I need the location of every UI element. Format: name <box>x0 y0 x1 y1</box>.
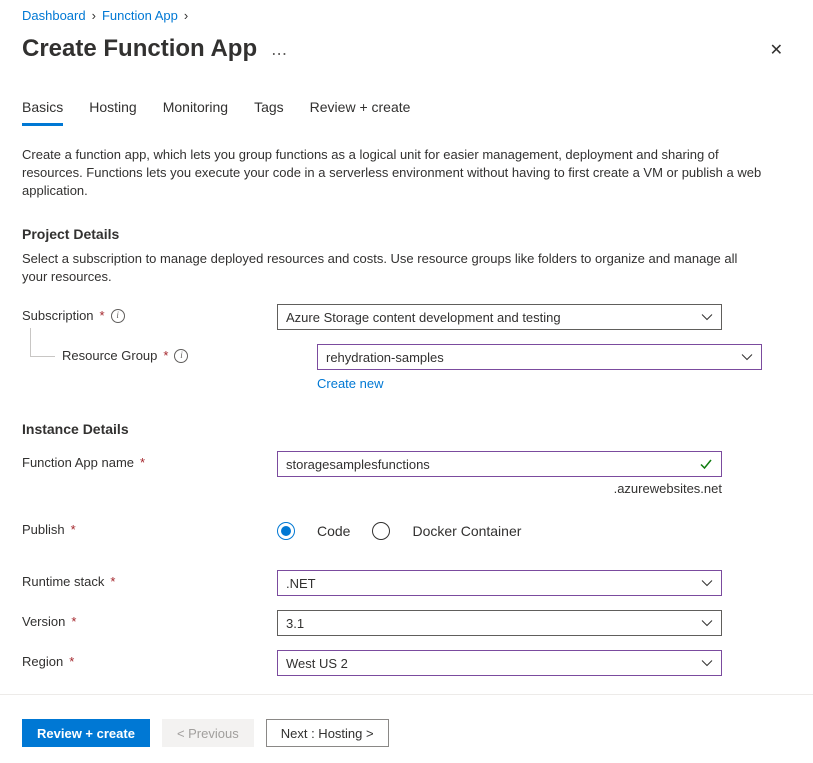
section-header-project-details: Project Details <box>22 226 791 242</box>
select-subscription[interactable]: Azure Storage content development and te… <box>277 304 722 330</box>
tab-monitoring[interactable]: Monitoring <box>163 99 228 126</box>
select-region[interactable]: West US 2 <box>277 650 722 676</box>
radio-label-publish-docker[interactable]: Docker Container <box>412 523 521 539</box>
page-title: Create Function App <box>22 35 257 63</box>
tab-bar: Basics Hosting Monitoring Tags Review + … <box>22 99 791 126</box>
breadcrumb-item-dashboard[interactable]: Dashboard <box>22 8 86 23</box>
select-region-value: West US 2 <box>286 656 348 671</box>
select-version-value: 3.1 <box>286 616 304 631</box>
required-asterisk: * <box>140 455 145 470</box>
section-header-instance-details: Instance Details <box>22 421 791 437</box>
checkmark-icon <box>699 457 713 471</box>
tab-review-create[interactable]: Review + create <box>310 99 411 126</box>
intro-text: Create a function app, which lets you gr… <box>22 146 762 200</box>
chevron-down-icon <box>701 657 713 669</box>
select-subscription-value: Azure Storage content development and te… <box>286 310 561 325</box>
required-asterisk: * <box>71 614 76 629</box>
radio-publish-docker[interactable] <box>372 522 390 540</box>
chevron-down-icon <box>701 617 713 629</box>
select-resource-group[interactable]: rehydration-samples <box>317 344 762 370</box>
info-icon[interactable]: i <box>174 349 188 363</box>
label-function-app-name: Function App name <box>22 455 134 470</box>
footer-bar: Review + create < Previous Next : Hostin… <box>0 703 813 763</box>
chevron-right-icon: › <box>184 8 188 23</box>
tree-indent-line <box>30 328 55 357</box>
label-publish: Publish <box>22 522 65 537</box>
tab-tags[interactable]: Tags <box>254 99 284 126</box>
chevron-down-icon <box>741 351 753 363</box>
field-version: Version * 3.1 <box>22 610 791 636</box>
required-asterisk: * <box>163 348 168 363</box>
field-publish: Publish * Code Docker Container <box>22 518 791 540</box>
chevron-down-icon <box>701 311 713 323</box>
more-options-icon[interactable]: ⋯ <box>271 44 289 64</box>
info-icon[interactable]: i <box>111 309 125 323</box>
link-create-new-resource-group[interactable]: Create new <box>317 376 762 391</box>
label-version: Version <box>22 614 65 629</box>
field-function-app-name: Function App name * storagesamplesfuncti… <box>22 451 791 496</box>
button-previous: < Previous <box>162 719 254 747</box>
section-desc-project-details: Select a subscription to manage deployed… <box>22 250 762 286</box>
select-runtime-stack-value: .NET <box>286 576 316 591</box>
field-resource-group: Resource Group * i rehydration-samples C… <box>22 344 791 391</box>
tab-basics[interactable]: Basics <box>22 99 63 126</box>
chevron-down-icon <box>701 577 713 589</box>
input-function-app-name[interactable]: storagesamplesfunctions <box>277 451 722 477</box>
text-domain-suffix: .azurewebsites.net <box>277 481 722 496</box>
select-runtime-stack[interactable]: .NET <box>277 570 722 596</box>
tab-hosting[interactable]: Hosting <box>89 99 136 126</box>
footer-separator <box>0 694 813 695</box>
required-asterisk: * <box>71 522 76 537</box>
breadcrumb: Dashboard › Function App › <box>0 0 813 23</box>
field-runtime-stack: Runtime stack * .NET <box>22 570 791 596</box>
required-asterisk: * <box>110 574 115 589</box>
close-icon[interactable]: ✕ <box>762 36 791 64</box>
chevron-right-icon: › <box>92 8 96 23</box>
select-resource-group-value: rehydration-samples <box>326 350 444 365</box>
field-region: Region * West US 2 <box>22 650 791 676</box>
required-asterisk: * <box>100 308 105 323</box>
field-subscription: Subscription * i Azure Storage content d… <box>22 304 791 330</box>
radio-label-publish-code[interactable]: Code <box>317 523 350 539</box>
label-subscription: Subscription <box>22 308 94 323</box>
radio-publish-code[interactable] <box>277 522 295 540</box>
button-review-create[interactable]: Review + create <box>22 719 150 747</box>
input-function-app-name-value: storagesamplesfunctions <box>286 457 430 472</box>
label-region: Region <box>22 654 63 669</box>
label-resource-group: Resource Group <box>62 348 157 363</box>
breadcrumb-item-function-app[interactable]: Function App <box>102 8 178 23</box>
button-next[interactable]: Next : Hosting > <box>266 719 389 747</box>
select-version[interactable]: 3.1 <box>277 610 722 636</box>
label-runtime-stack: Runtime stack <box>22 574 104 589</box>
required-asterisk: * <box>69 654 74 669</box>
